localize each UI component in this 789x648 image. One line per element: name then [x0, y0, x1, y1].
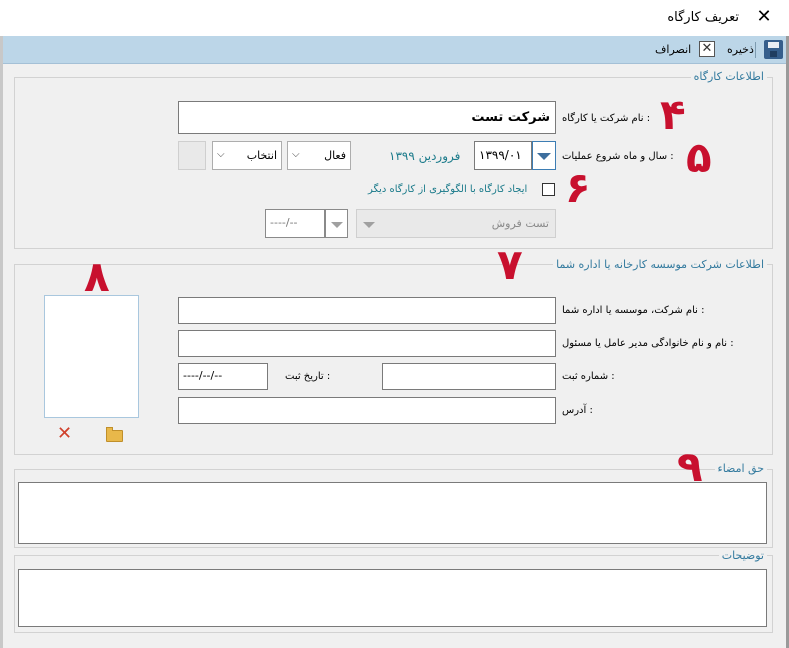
start-date-value: ۱۳۹۹/۰۱: [479, 148, 522, 162]
address-label: آدرس :: [562, 405, 593, 416]
option-select-value: انتخاب: [246, 149, 277, 162]
reg-number-label: شماره ثبت :: [562, 371, 615, 382]
status-select-value: فعال: [324, 149, 346, 162]
annotation-number: ۴: [660, 90, 686, 139]
chevron-down-icon: [363, 222, 375, 228]
save-button[interactable]: ذخیره: [727, 43, 754, 56]
company-info-legend: اطلاعات شرکت موسسه کارخانه یا اداره شما: [553, 258, 767, 271]
annotation-number: ۵: [686, 133, 712, 182]
chevron-down-icon: [331, 222, 343, 228]
title-bar: تعریف کارگاه ✕: [0, 0, 789, 36]
toolbar-separator: [755, 42, 756, 58]
pattern-checkbox[interactable]: [542, 183, 555, 196]
notes-textarea[interactable]: [18, 569, 767, 627]
notes-legend: توضیحات: [718, 549, 767, 562]
signature-textarea[interactable]: [18, 482, 767, 544]
company-full-name-label: نام شرکت، موسسه یا اداره شما :: [562, 305, 705, 316]
company-name-label: نام شرکت یا کارگاه :: [562, 113, 651, 124]
close-icon[interactable]: ✕: [753, 6, 775, 28]
reg-number-field[interactable]: [382, 363, 556, 390]
source-workshop-select[interactable]: تست فروش: [356, 209, 556, 238]
workshop-info-legend: اطلاعات کارگاه: [690, 70, 767, 83]
reg-date-value: ----/--/--: [183, 369, 223, 382]
source-workshop-value: تست فروش: [491, 217, 549, 230]
manager-name-field[interactable]: [178, 330, 556, 357]
start-date-display: فروردین ۱۳۹۹: [389, 149, 461, 163]
company-name-field[interactable]: [178, 297, 556, 324]
window-title: تعریف کارگاه: [667, 10, 739, 25]
window-left-edge: [0, 36, 3, 648]
toolbar: ذخیره ✕ انصراف: [3, 36, 786, 64]
reg-date-label: تاریخ ثبت :: [285, 371, 331, 382]
annotation-number: ۹: [677, 442, 703, 491]
address-field[interactable]: [178, 397, 556, 424]
manager-name-label: نام و نام خانوادگی مدیر عامل یا مسئول :: [562, 338, 734, 349]
company-name-value: شرکت تست: [471, 110, 550, 125]
logo-image-box[interactable]: [44, 295, 139, 418]
source-date-input[interactable]: ----/--: [265, 209, 325, 238]
reg-date-field[interactable]: ----/--/--: [178, 363, 268, 390]
source-date-value: ----/--: [270, 216, 298, 229]
start-date-label: سال و ماه شروع عملیات :: [562, 151, 674, 162]
folder-icon[interactable]: [106, 427, 123, 442]
source-date-dropdown-button[interactable]: [325, 209, 348, 238]
company-name-input[interactable]: شرکت تست: [178, 101, 556, 134]
chevron-down-icon: [537, 153, 551, 160]
chevron-down-icon: ⌵: [292, 149, 300, 160]
start-date-dropdown-button[interactable]: [532, 141, 556, 170]
annotation-number: ۶: [565, 163, 591, 212]
chevron-down-icon: ⌵: [217, 149, 225, 160]
save-icon[interactable]: [764, 40, 783, 59]
pattern-checkbox-label[interactable]: ایجاد کارگاه با الگوگیری از کارگاه دیگر: [368, 184, 527, 195]
signature-legend: حق امضاء: [714, 462, 767, 475]
delete-image-icon[interactable]: ✕: [57, 424, 72, 444]
option-select[interactable]: انتخاب ⌵: [212, 141, 282, 170]
color-box: [178, 141, 206, 170]
cancel-button[interactable]: انصراف: [655, 43, 691, 56]
cancel-icon[interactable]: ✕: [699, 41, 715, 57]
annotation-number: ۷: [497, 240, 523, 289]
start-date-input[interactable]: ۱۳۹۹/۰۱: [474, 141, 532, 170]
annotation-number: ۸: [84, 252, 110, 301]
status-select[interactable]: فعال ⌵: [287, 141, 351, 170]
